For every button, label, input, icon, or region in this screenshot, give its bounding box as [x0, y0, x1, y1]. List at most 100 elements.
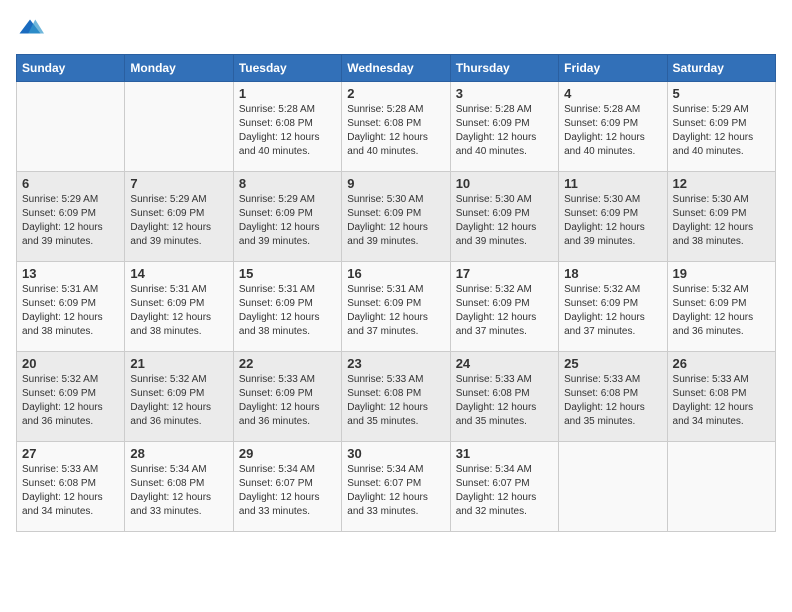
day-info: Sunrise: 5:31 AM Sunset: 6:09 PM Dayligh… — [239, 283, 336, 339]
day-info: Sunrise: 5:28 AM Sunset: 6:08 PM Dayligh… — [347, 103, 444, 159]
header — [16, 16, 776, 44]
header-row: SundayMondayTuesdayWednesdayThursdayFrid… — [17, 55, 776, 82]
day-number: 9 — [347, 176, 444, 191]
day-number: 18 — [564, 266, 661, 281]
day-of-week-header: Thursday — [450, 55, 558, 82]
day-of-week-header: Tuesday — [233, 55, 341, 82]
calendar-cell: 23 Sunrise: 5:33 AM Sunset: 6:08 PM Dayli… — [342, 352, 450, 442]
calendar-cell: 27Sunrise: 5:33 AM Sunset: 6:08 PM Dayli… — [17, 442, 125, 532]
day-number: 15 — [239, 266, 336, 281]
calendar-cell: 1Sunrise: 5:28 AM Sunset: 6:08 PM Daylig… — [233, 82, 341, 172]
calendar-cell — [125, 82, 233, 172]
day-number: 30 — [347, 446, 444, 461]
day-info: Sunrise: 5:33 AM Sunset: 6:08 PM Dayligh… — [564, 373, 661, 429]
day-number: 29 — [239, 446, 336, 461]
day-info: Sunrise: 5:30 AM Sunset: 6:09 PM Dayligh… — [347, 193, 444, 249]
day-number: 10 — [456, 176, 553, 191]
day-number: 21 — [130, 356, 227, 371]
day-info: Sunrise: 5:32 AM Sunset: 6:09 PM Dayligh… — [130, 373, 227, 429]
day-info: Sunrise: 5:30 AM Sunset: 6:09 PM Dayligh… — [673, 193, 770, 249]
calendar-cell: 22Sunrise: 5:33 AM Sunset: 6:09 PM Dayli… — [233, 352, 341, 442]
calendar-cell: 3 Sunrise: 5:28 AM Sunset: 6:09 PM Daylig… — [450, 82, 558, 172]
day-number: 23 — [347, 356, 444, 371]
day-number: 17 — [456, 266, 553, 281]
calendar-week-row: 1Sunrise: 5:28 AM Sunset: 6:08 PM Daylig… — [17, 82, 776, 172]
calendar-cell: 4 Sunrise: 5:28 AM Sunset: 6:09 PM Daylig… — [559, 82, 667, 172]
calendar-cell: 25 Sunrise: 5:33 AM Sunset: 6:08 PM Dayli… — [559, 352, 667, 442]
day-info: Sunrise: 5:32 AM Sunset: 6:09 PM Dayligh… — [456, 283, 553, 339]
day-info: Sunrise: 5:29 AM Sunset: 6:09 PM Dayligh… — [239, 193, 336, 249]
day-number: 4 — [564, 86, 661, 101]
day-info: Sunrise: 5:33 AM Sunset: 6:09 PM Dayligh… — [239, 373, 336, 429]
day-number: 28 — [130, 446, 227, 461]
day-number: 6 — [22, 176, 119, 191]
day-number: 16 — [347, 266, 444, 281]
day-number: 7 — [130, 176, 227, 191]
day-of-week-header: Monday — [125, 55, 233, 82]
calendar-cell: 5Sunrise: 5:29 AM Sunset: 6:09 PM Daylig… — [667, 82, 775, 172]
day-info: Sunrise: 5:33 AM Sunset: 6:08 PM Dayligh… — [22, 463, 119, 519]
day-number: 12 — [673, 176, 770, 191]
day-info: Sunrise: 5:29 AM Sunset: 6:09 PM Dayligh… — [22, 193, 119, 249]
day-info: Sunrise: 5:33 AM Sunset: 6:08 PM Dayligh… — [456, 373, 553, 429]
calendar-cell: 21 Sunrise: 5:32 AM Sunset: 6:09 PM Dayli… — [125, 352, 233, 442]
day-info: Sunrise: 5:34 AM Sunset: 6:07 PM Dayligh… — [239, 463, 336, 519]
calendar-cell: 28 Sunrise: 5:34 AM Sunset: 6:08 PM Dayli… — [125, 442, 233, 532]
calendar-cell: 31Sunrise: 5:34 AM Sunset: 6:07 PM Dayli… — [450, 442, 558, 532]
day-number: 26 — [673, 356, 770, 371]
calendar-cell: 11Sunrise: 5:30 AM Sunset: 6:09 PM Dayli… — [559, 172, 667, 262]
day-info: Sunrise: 5:34 AM Sunset: 6:08 PM Dayligh… — [130, 463, 227, 519]
calendar-cell: 30 Sunrise: 5:34 AM Sunset: 6:07 PM Dayli… — [342, 442, 450, 532]
day-info: Sunrise: 5:31 AM Sunset: 6:09 PM Dayligh… — [22, 283, 119, 339]
calendar-cell: 17 Sunrise: 5:32 AM Sunset: 6:09 PM Dayli… — [450, 262, 558, 352]
calendar-cell: 9 Sunrise: 5:30 AM Sunset: 6:09 PM Daylig… — [342, 172, 450, 262]
day-info: Sunrise: 5:28 AM Sunset: 6:09 PM Dayligh… — [456, 103, 553, 159]
day-info: Sunrise: 5:34 AM Sunset: 6:07 PM Dayligh… — [347, 463, 444, 519]
day-info: Sunrise: 5:33 AM Sunset: 6:08 PM Dayligh… — [347, 373, 444, 429]
calendar-cell — [17, 82, 125, 172]
calendar-cell: 26 Sunrise: 5:33 AM Sunset: 6:08 PM Dayli… — [667, 352, 775, 442]
calendar-table: SundayMondayTuesdayWednesdayThursdayFrid… — [16, 54, 776, 532]
calendar-cell: 13 Sunrise: 5:31 AM Sunset: 6:09 PM Dayli… — [17, 262, 125, 352]
calendar-cell: 8 Sunrise: 5:29 AM Sunset: 6:09 PM Daylig… — [233, 172, 341, 262]
day-info: Sunrise: 5:29 AM Sunset: 6:09 PM Dayligh… — [130, 193, 227, 249]
calendar-cell — [667, 442, 775, 532]
day-info: Sunrise: 5:34 AM Sunset: 6:07 PM Dayligh… — [456, 463, 553, 519]
calendar-cell: 10 Sunrise: 5:30 AM Sunset: 6:09 PM Dayli… — [450, 172, 558, 262]
day-of-week-header: Saturday — [667, 55, 775, 82]
calendar-cell: 2 Sunrise: 5:28 AM Sunset: 6:08 PM Daylig… — [342, 82, 450, 172]
logo-icon — [16, 16, 44, 44]
day-number: 25 — [564, 356, 661, 371]
day-info: Sunrise: 5:31 AM Sunset: 6:09 PM Dayligh… — [347, 283, 444, 339]
day-number: 8 — [239, 176, 336, 191]
day-number: 13 — [22, 266, 119, 281]
logo — [16, 16, 48, 44]
calendar-cell: 20Sunrise: 5:32 AM Sunset: 6:09 PM Dayli… — [17, 352, 125, 442]
day-number: 20 — [22, 356, 119, 371]
calendar-cell — [559, 442, 667, 532]
day-number: 24 — [456, 356, 553, 371]
calendar-cell: 14 Sunrise: 5:31 AM Sunset: 6:09 PM Dayli… — [125, 262, 233, 352]
calendar-cell: 7 Sunrise: 5:29 AM Sunset: 6:09 PM Daylig… — [125, 172, 233, 262]
calendar-cell: 15 Sunrise: 5:31 AM Sunset: 6:09 PM Dayli… — [233, 262, 341, 352]
day-info: Sunrise: 5:28 AM Sunset: 6:08 PM Dayligh… — [239, 103, 336, 159]
day-number: 14 — [130, 266, 227, 281]
calendar-cell: 16 Sunrise: 5:31 AM Sunset: 6:09 PM Dayli… — [342, 262, 450, 352]
calendar-cell: 29 Sunrise: 5:34 AM Sunset: 6:07 PM Dayli… — [233, 442, 341, 532]
day-info: Sunrise: 5:28 AM Sunset: 6:09 PM Dayligh… — [564, 103, 661, 159]
calendar-cell: 18Sunrise: 5:32 AM Sunset: 6:09 PM Dayli… — [559, 262, 667, 352]
day-number: 2 — [347, 86, 444, 101]
day-info: Sunrise: 5:30 AM Sunset: 6:09 PM Dayligh… — [456, 193, 553, 249]
calendar-week-row: 20 Sunrise: 5:32 AM Sunset: 6:09 PM Dayli… — [17, 352, 776, 442]
day-number: 3 — [456, 86, 553, 101]
day-info: Sunrise: 5:33 AM Sunset: 6:08 PM Dayligh… — [673, 373, 770, 429]
calendar-week-row: 13 Sunrise: 5:31 AM Sunset: 6:09 PM Dayli… — [17, 262, 776, 352]
calendar-cell: 12 Sunrise: 5:30 AM Sunset: 6:09 PM Dayli… — [667, 172, 775, 262]
calendar-cell: 19Sunrise: 5:32 AM Sunset: 6:09 PM Dayli… — [667, 262, 775, 352]
day-info: Sunrise: 5:31 AM Sunset: 6:09 PM Dayligh… — [130, 283, 227, 339]
calendar-week-row: 27Sunrise: 5:33 AM Sunset: 6:08 PM Dayli… — [17, 442, 776, 532]
calendar-cell: 6 Sunrise: 5:29 AM Sunset: 6:09 PM Daylig… — [17, 172, 125, 262]
calendar-body: 1Sunrise: 5:28 AM Sunset: 6:08 PM Daylig… — [17, 82, 776, 532]
day-number: 11 — [564, 176, 661, 191]
day-number: 19 — [673, 266, 770, 281]
